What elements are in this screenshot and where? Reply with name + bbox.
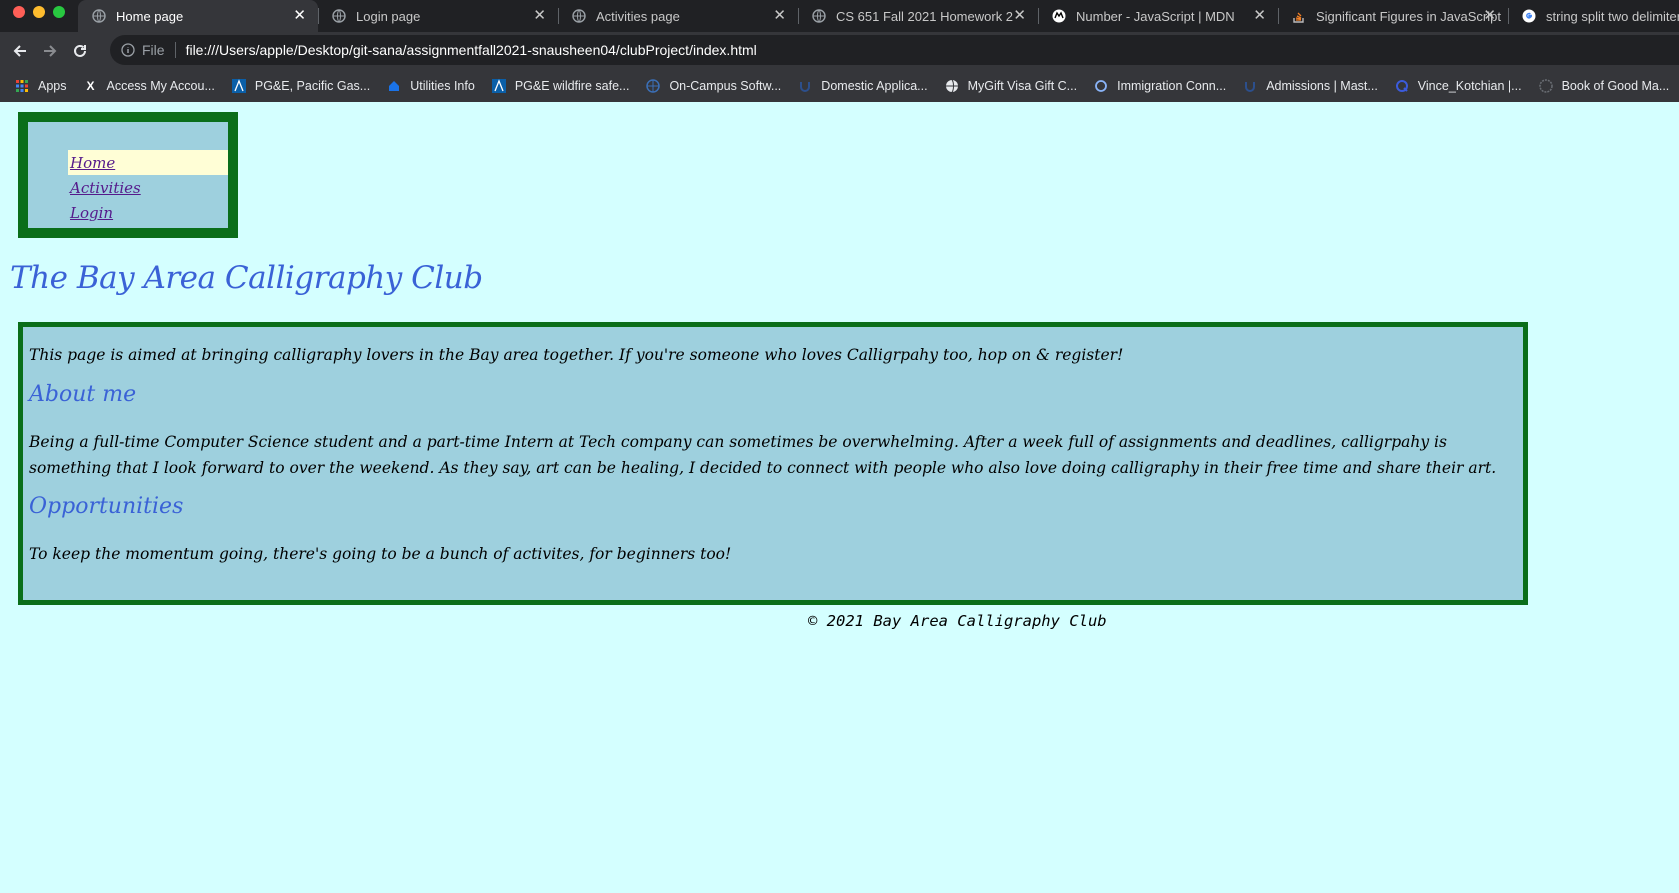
pge-icon — [491, 78, 507, 94]
nav-link-home[interactable]: Home — [70, 154, 115, 172]
about-heading: About me — [29, 382, 137, 407]
bookmark-on-campus-software[interactable]: On-Campus Softw... — [645, 78, 781, 94]
site-nav: Home Activities Login — [18, 112, 238, 238]
bookmark-immigration-connect[interactable]: Immigration Conn... — [1093, 78, 1226, 94]
close-tab-icon[interactable]: ✕ — [1483, 7, 1496, 25]
tab-significant-figures[interactable]: Significant Figures in JavaScript ✕ — [1278, 0, 1508, 32]
address-bar[interactable]: File file:///Users/apple/Desktop/git-san… — [110, 35, 1679, 65]
info-icon[interactable] — [120, 42, 136, 58]
reload-icon — [74, 44, 86, 57]
x-icon: X — [86, 79, 95, 93]
nav-list: Home Activities Login — [68, 150, 228, 225]
about-paragraph: Being a full-time Computer Science stude… — [29, 433, 1497, 477]
reload-button[interactable] — [68, 39, 92, 63]
bookmark-label: Vince_Kotchian |... — [1417, 79, 1522, 93]
intro-paragraph: This page is aimed at bringing calligrap… — [29, 346, 1124, 364]
q-icon — [1394, 78, 1410, 94]
nav-link-login[interactable]: Login — [70, 204, 113, 222]
globe-icon — [944, 78, 960, 94]
web-page: Home Activities Login The Bay Area Calli… — [0, 102, 1679, 893]
bookmark-label: Apps — [38, 79, 67, 93]
close-tab-icon[interactable]: ✕ — [293, 7, 306, 25]
zoom-window-button[interactable] — [53, 6, 65, 18]
bookmark-label: MyGift Visa Gift C... — [967, 79, 1078, 93]
uc-icon — [797, 78, 813, 94]
arrow-right-icon — [44, 45, 57, 57]
bookmark-pge-wildfire[interactable]: PG&E wildfire safe... — [491, 78, 630, 94]
divider — [174, 42, 176, 58]
nav-item-home: Home — [68, 150, 228, 175]
tab-label: Home page — [116, 8, 184, 24]
bookmarks-bar: Apps X Access My Accou... PG&E, Pacific … — [0, 70, 1679, 102]
tab-login-page[interactable]: Login page ✕ — [318, 0, 558, 32]
tab-string-split[interactable]: string split two delimiters — [1508, 0, 1679, 32]
url-scheme: File — [142, 42, 165, 58]
pge-icon — [231, 78, 247, 94]
bookmark-label: On-Campus Softw... — [669, 79, 782, 93]
window-controls — [13, 6, 65, 18]
globe-icon — [92, 9, 106, 23]
stackoverflow-icon — [1292, 9, 1306, 23]
close-tab-icon[interactable]: ✕ — [1253, 7, 1266, 25]
mdn-icon — [1052, 9, 1066, 23]
tab-label: string split two delimiters — [1546, 8, 1679, 24]
circle-icon — [1093, 78, 1109, 94]
close-tab-icon[interactable]: ✕ — [773, 7, 786, 25]
google-icon — [1522, 9, 1536, 23]
forward-button[interactable] — [38, 39, 62, 63]
nav-link-activities[interactable]: Activities — [70, 179, 141, 197]
opportunities-heading: Opportunities — [29, 494, 184, 519]
arrow-left-icon — [13, 45, 26, 57]
browser-chrome: Home page ✕ Login page ✕ Activities page… — [0, 0, 1679, 102]
url-text[interactable]: file:///Users/apple/Desktop/git-sana/ass… — [186, 42, 757, 58]
bookmark-pge[interactable]: PG&E, Pacific Gas... — [231, 78, 370, 94]
bookmark-label: Immigration Conn... — [1117, 79, 1227, 93]
tab-label: Login page — [356, 8, 421, 24]
tab-home-page[interactable]: Home page ✕ — [78, 0, 318, 32]
minimize-window-button[interactable] — [33, 6, 45, 18]
globe-icon — [332, 9, 346, 23]
bookmark-mygift-visa[interactable]: MyGift Visa Gift C... — [944, 78, 1078, 94]
apps-grid-icon — [14, 78, 30, 94]
globe-icon — [572, 9, 586, 23]
compass-icon — [645, 78, 661, 94]
bookmark-vince-kotchian[interactable]: Vince_Kotchian |... — [1394, 78, 1522, 94]
tab-label: Number - JavaScript | MDN — [1076, 8, 1235, 24]
close-tab-icon[interactable]: ✕ — [533, 7, 546, 25]
globe-icon — [812, 9, 826, 23]
tab-label: Significant Figures in JavaScript — [1316, 8, 1501, 24]
house-icon — [386, 78, 402, 94]
bookmark-label: Domestic Applica... — [821, 79, 928, 93]
bookmark-apps[interactable]: Apps — [14, 78, 67, 94]
site-title: The Bay Area Calligraphy Club — [10, 260, 483, 296]
bookmark-access-my-account[interactable]: X Access My Accou... — [83, 78, 215, 94]
tab-activities-page[interactable]: Activities page ✕ — [558, 0, 798, 32]
browser-toolbar: File file:///Users/apple/Desktop/git-san… — [0, 32, 1679, 70]
tab-label: CS 651 Fall 2021 Homework 2 — [836, 8, 1014, 24]
page-footer: © 2021 Bay Area Calligraphy Club — [808, 612, 1107, 630]
book-icon — [1538, 78, 1554, 94]
opportunities-paragraph: To keep the momentum going, there's goin… — [29, 545, 732, 563]
tab-homework[interactable]: CS 651 Fall 2021 Homework 2 ✕ — [798, 0, 1038, 32]
bookmark-domestic-application[interactable]: Domestic Applica... — [797, 78, 928, 94]
close-window-button[interactable] — [13, 6, 25, 18]
tab-label: Activities page — [596, 8, 680, 24]
bookmark-book-of-good-manners[interactable]: Book of Good Ma... — [1538, 78, 1670, 94]
bookmark-label: Access My Accou... — [106, 79, 215, 93]
main-content: This page is aimed at bringing calligrap… — [18, 322, 1528, 605]
tab-mdn-number[interactable]: Number - JavaScript | MDN ✕ — [1038, 0, 1278, 32]
tab-strip: Home page ✕ Login page ✕ Activities page… — [78, 0, 1679, 32]
bookmark-label: PG&E wildfire safe... — [514, 79, 630, 93]
bookmark-admissions[interactable]: Admissions | Mast... — [1242, 78, 1378, 94]
bookmark-label: Utilities Info — [410, 79, 475, 93]
bookmark-label: Admissions | Mast... — [1266, 79, 1378, 93]
bookmark-label: PG&E, Pacific Gas... — [254, 79, 371, 93]
nav-item-activities: Activities — [68, 175, 228, 200]
close-tab-icon[interactable]: ✕ — [1013, 7, 1026, 25]
uc-icon — [1242, 78, 1258, 94]
bookmark-utilities-info[interactable]: Utilities Info — [386, 78, 475, 94]
bookmark-label: Book of Good Ma... — [1561, 79, 1670, 93]
nav-item-login: Login — [68, 200, 228, 225]
back-button[interactable] — [8, 39, 32, 63]
